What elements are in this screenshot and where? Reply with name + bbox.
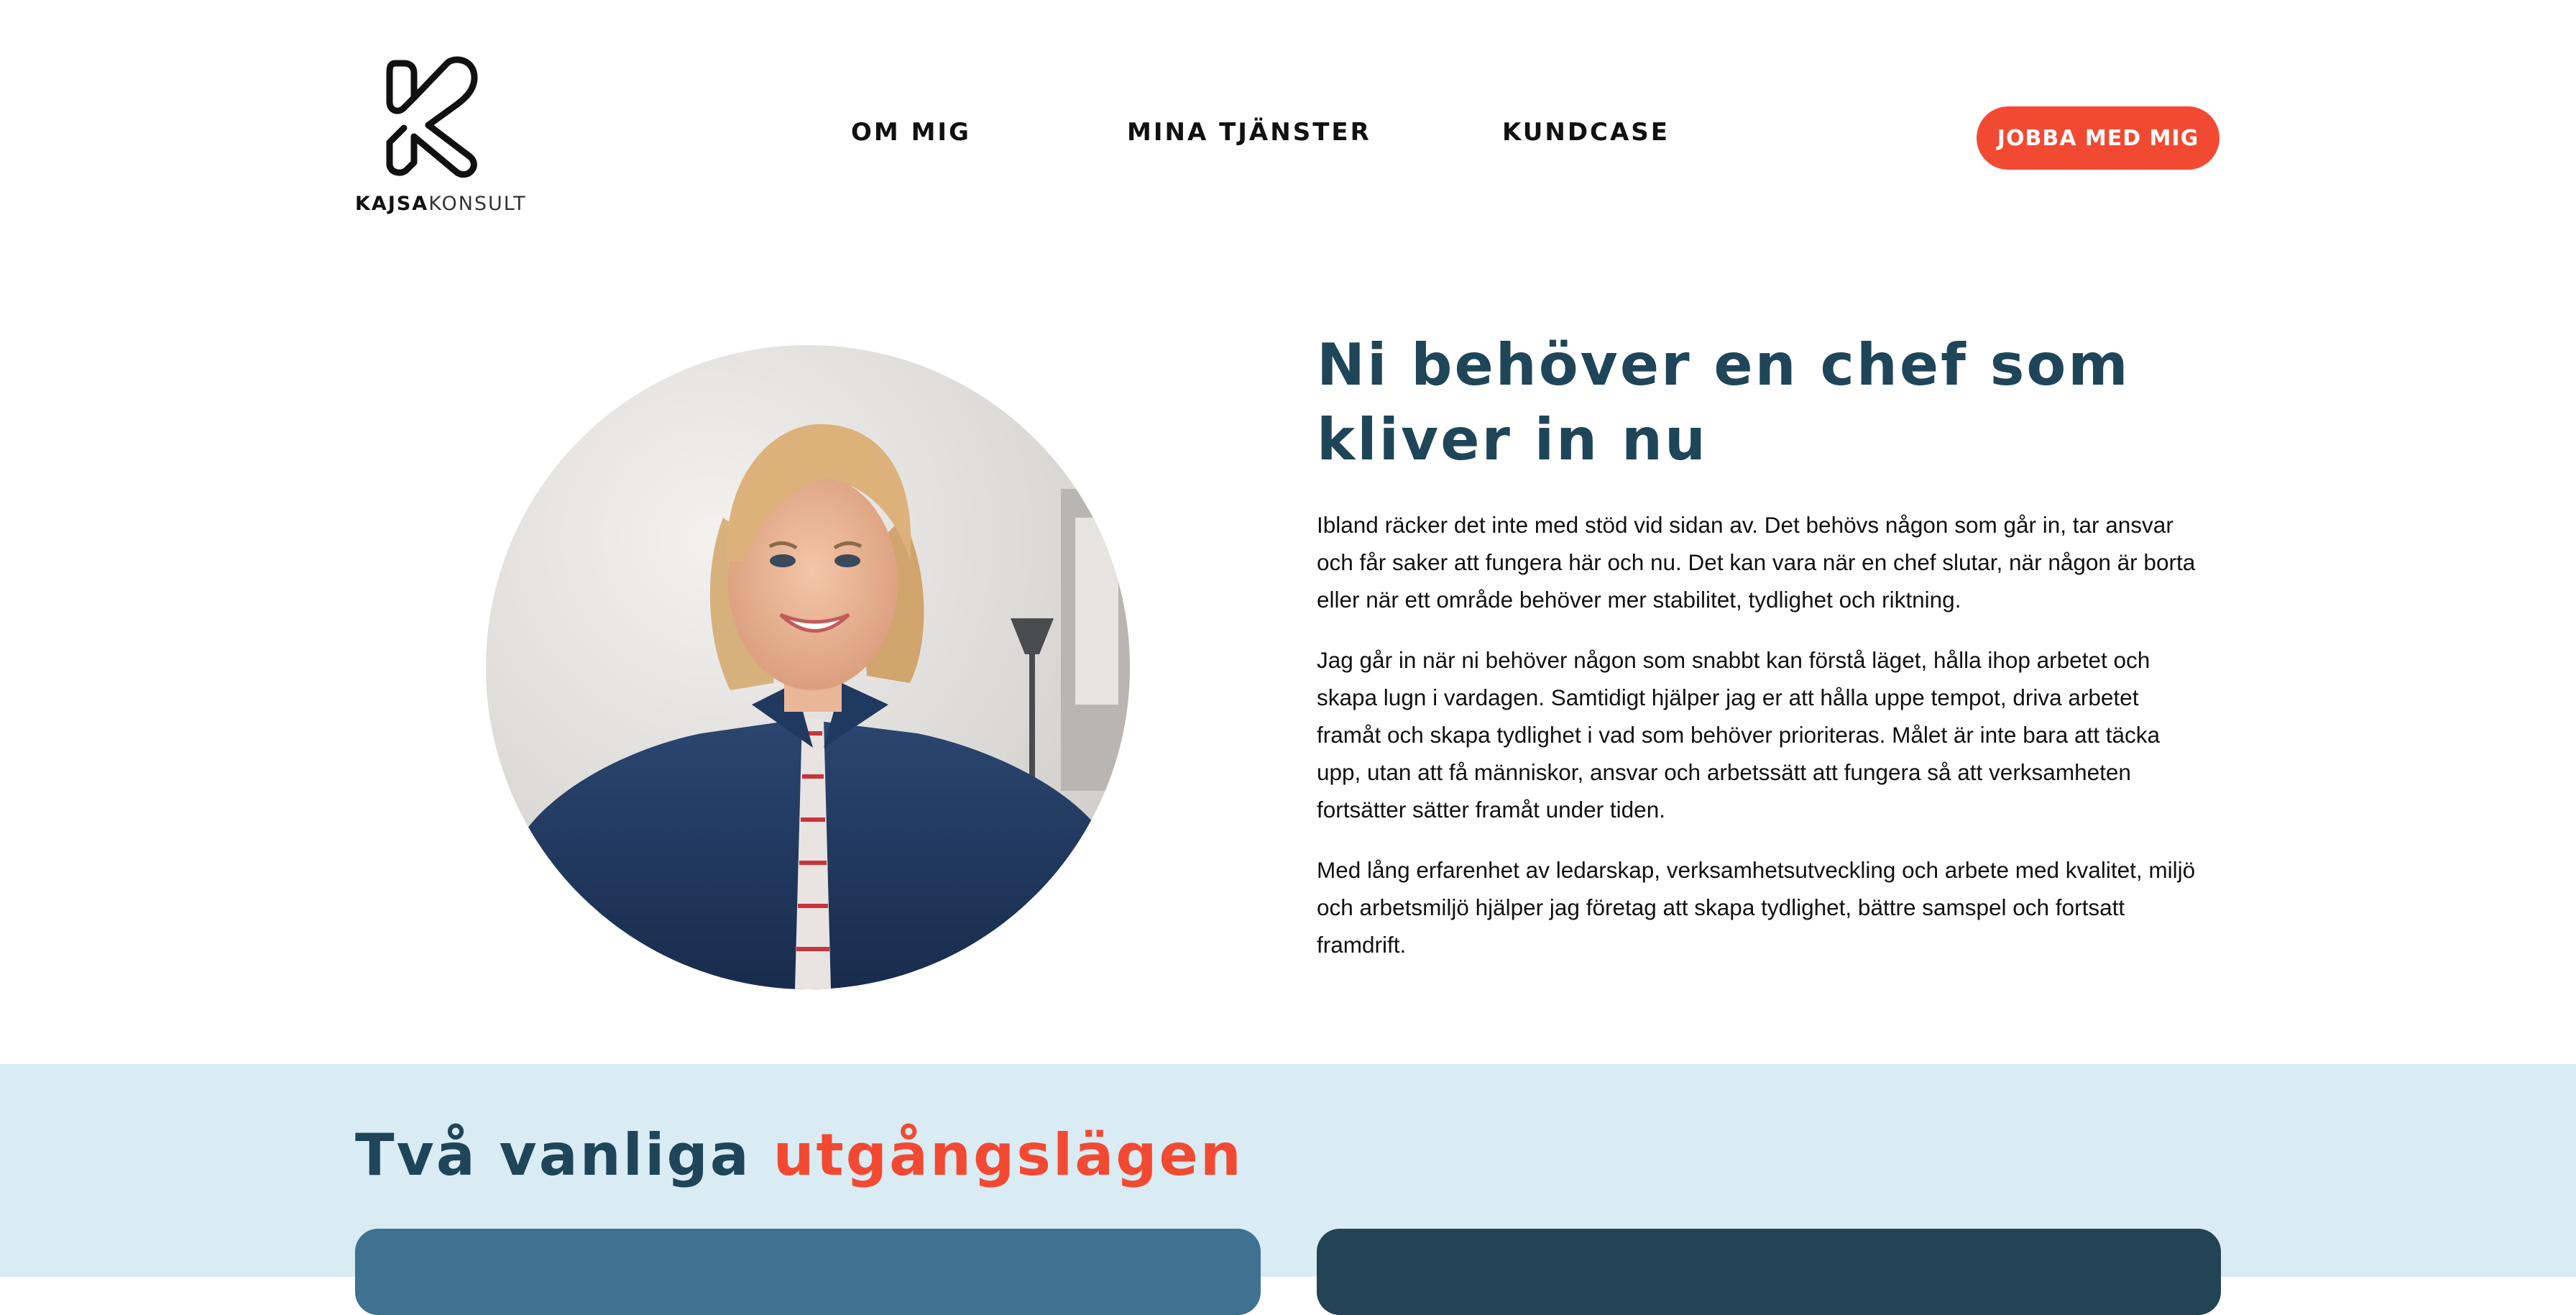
jobba-med-mig-button[interactable]: JOBBA MED MIG: [1977, 106, 2220, 170]
starting-point-card-2[interactable]: [1317, 1229, 2221, 1315]
portrait-photo: [486, 345, 1130, 989]
section-title-part1: Två vanliga: [355, 1122, 773, 1188]
section-title: Två vanliga utgångslägen: [355, 1122, 1243, 1188]
nav-item-om-mig[interactable]: OM MIG: [851, 118, 971, 147]
logo-wordmark-light: KONSULT: [428, 193, 527, 215]
hero-paragraph-1: Ibland räcker det inte med stöd vid sida…: [1317, 512, 2196, 613]
hero-title: Ni behöver en chef som kliver in nu: [1317, 331, 2130, 473]
hero-paragraph-3: Med lång erfarenhet av ledarskap, verksa…: [1317, 857, 2196, 958]
logo-wordmark: KAJSAKONSULT: [355, 193, 527, 215]
k-logo-icon: [386, 56, 478, 178]
hero-paragraph-2: Jag går in när ni behöver någon som snab…: [1317, 647, 2161, 823]
site-header: KAJSAKONSULT OM MIG MINA TJÄNSTER KUNDCA…: [0, 0, 2576, 259]
starting-points-section: Två vanliga utgångslägen: [0, 1064, 2576, 1315]
kajsakonsult-logo[interactable]: KAJSAKONSULT: [355, 56, 535, 229]
portrait-illustration: [486, 345, 1130, 989]
nav-item-mina-tjanster[interactable]: MINA TJÄNSTER: [1127, 118, 1371, 147]
logo-wordmark-bold: KAJSA: [355, 193, 429, 215]
hero-content: Ni behöver en chef som kliver in nu Ibla…: [1317, 328, 2201, 963]
section-title-accent: utgångslägen: [773, 1122, 1243, 1188]
starting-point-card-1[interactable]: [355, 1229, 1261, 1315]
nav-item-kundcase[interactable]: KUNDCASE: [1502, 118, 1670, 147]
